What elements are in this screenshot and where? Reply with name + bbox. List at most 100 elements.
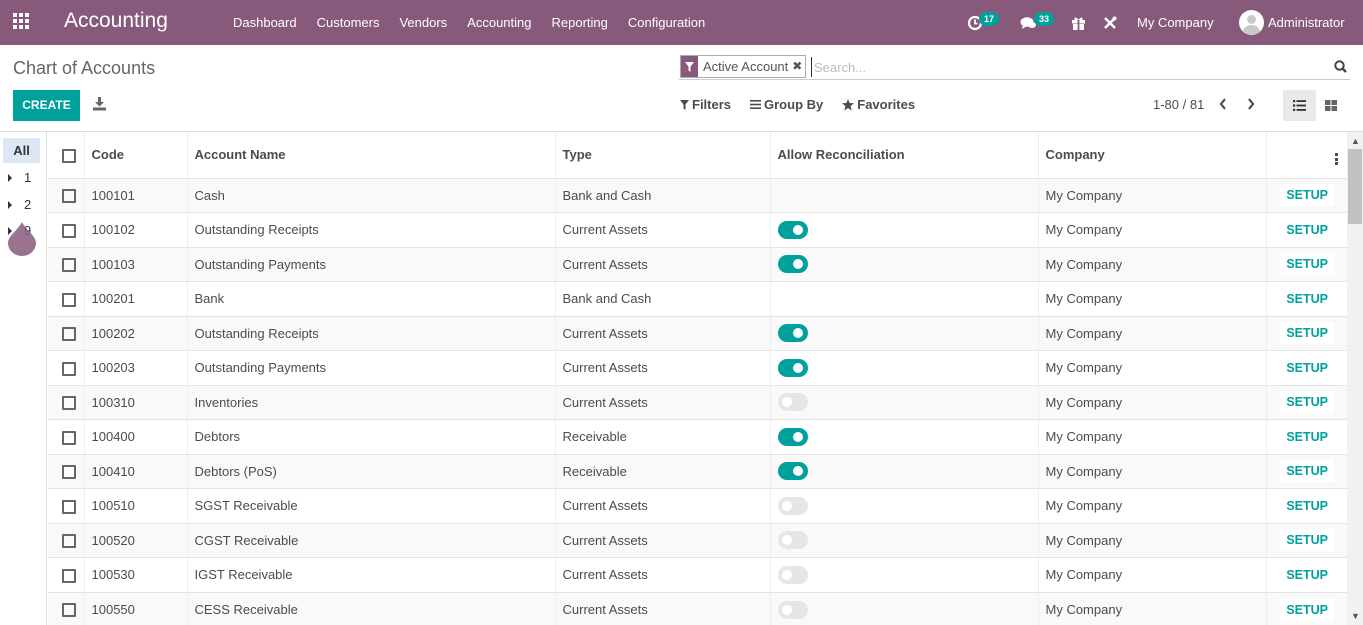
- apps-menu-icon[interactable]: [13, 13, 31, 31]
- row-checkbox[interactable]: [62, 223, 76, 238]
- row-checkbox[interactable]: [62, 430, 76, 445]
- vertical-scrollbar[interactable]: ▲ ▼: [1347, 132, 1363, 625]
- page-title: Chart of Accounts: [13, 58, 156, 78]
- scroll-down-icon[interactable]: ▼: [1351, 611, 1360, 621]
- table-row[interactable]: 100410 Debtors (PoS) Receivable My Compa…: [48, 453, 1347, 489]
- allow-reconciliation-toggle[interactable]: [777, 531, 808, 550]
- setup-button[interactable]: SETUP: [1280, 598, 1334, 621]
- row-checkbox[interactable]: [62, 258, 76, 273]
- table-row[interactable]: 100400 Debtors Receivable My Company SET…: [48, 419, 1347, 454]
- filters-dropdown[interactable]: Filters: [680, 97, 731, 112]
- row-checkbox[interactable]: [62, 534, 76, 549]
- cell-company: My Company: [1037, 246, 1266, 282]
- menu-vendors[interactable]: Vendors: [389, 0, 457, 45]
- table-row[interactable]: 100203 Outstanding Payments Current Asse…: [48, 350, 1347, 385]
- messages-button[interactable]: 33: [1020, 0, 1055, 45]
- allow-reconciliation-toggle[interactable]: [777, 565, 808, 584]
- scroll-up-icon[interactable]: ▲: [1351, 136, 1360, 146]
- column-header-account-name[interactable]: Account Name: [186, 132, 555, 178]
- table-row[interactable]: 100520 CGST Receivable Current Assets My…: [48, 522, 1347, 558]
- drag-handle-drop[interactable]: [8, 222, 36, 256]
- setup-button[interactable]: SETUP: [1280, 253, 1334, 276]
- column-header-type[interactable]: Type: [554, 132, 770, 178]
- allow-reconciliation-toggle[interactable]: [777, 600, 808, 619]
- pager-previous-icon[interactable]: [1218, 97, 1228, 111]
- list-view-button[interactable]: [1283, 90, 1316, 121]
- create-button[interactable]: CREATE: [13, 90, 80, 121]
- row-checkbox[interactable]: [62, 292, 76, 307]
- side-item-1[interactable]: 1: [8, 170, 31, 185]
- debug-tools-button[interactable]: [1103, 0, 1117, 45]
- setup-button[interactable]: SETUP: [1280, 563, 1334, 586]
- menu-configuration[interactable]: Configuration: [618, 0, 715, 45]
- column-header-allow-reconciliation[interactable]: Allow Reconciliation: [769, 132, 1038, 178]
- user-menu[interactable]: Administrator: [1239, 0, 1345, 45]
- allow-reconciliation-toggle[interactable]: [777, 462, 808, 481]
- search-bar: Active Account ✖: [679, 55, 1350, 80]
- allow-reconciliation-toggle[interactable]: [777, 324, 808, 343]
- table-row[interactable]: 100201 Bank Bank and Cash My Company SET…: [48, 281, 1347, 316]
- table-row[interactable]: 100550 CESS Receivable Current Assets My…: [48, 591, 1347, 625]
- row-checkbox[interactable]: [62, 603, 76, 618]
- facet-remove-icon[interactable]: ✖: [792, 56, 806, 77]
- pager-next-icon[interactable]: [1246, 97, 1256, 111]
- select-all-checkbox[interactable]: [62, 148, 76, 163]
- search-icon[interactable]: [1334, 60, 1347, 73]
- allow-reconciliation-toggle[interactable]: [777, 393, 808, 412]
- search-input[interactable]: [811, 57, 1311, 77]
- groupby-dropdown[interactable]: Group By: [750, 97, 823, 112]
- side-item-all[interactable]: All: [3, 138, 40, 163]
- table-row[interactable]: 100510 SGST Receivable Current Assets My…: [48, 488, 1347, 523]
- table-row[interactable]: 100103 Outstanding Payments Current Asse…: [48, 246, 1347, 282]
- setup-button[interactable]: SETUP: [1280, 391, 1334, 414]
- cell-allow-reconciliation: [769, 246, 1038, 282]
- gift-button[interactable]: [1071, 0, 1086, 45]
- row-checkbox[interactable]: [62, 465, 76, 480]
- cell-account-name: CGST Receivable: [186, 522, 555, 558]
- allow-reconciliation-toggle[interactable]: [777, 220, 808, 239]
- kanban-view-button[interactable]: [1318, 90, 1343, 121]
- menu-dashboard[interactable]: Dashboard: [223, 0, 307, 45]
- setup-button[interactable]: SETUP: [1280, 460, 1334, 483]
- row-checkbox[interactable]: [62, 568, 76, 583]
- row-checkbox[interactable]: [62, 396, 76, 411]
- cell-type: Bank and Cash: [554, 177, 770, 213]
- row-checkbox[interactable]: [62, 189, 76, 204]
- row-checkbox[interactable]: [62, 361, 76, 376]
- table-row[interactable]: 100530 IGST Receivable Current Assets My…: [48, 557, 1347, 592]
- favorites-dropdown[interactable]: Favorites: [842, 97, 915, 112]
- table-row[interactable]: 100310 Inventories Current Assets My Com…: [48, 384, 1347, 420]
- menu-customers[interactable]: Customers: [307, 0, 390, 45]
- column-header-company[interactable]: Company: [1037, 132, 1266, 178]
- setup-button[interactable]: SETUP: [1280, 529, 1334, 552]
- company-switcher[interactable]: My Company: [1137, 0, 1214, 45]
- setup-button[interactable]: SETUP: [1280, 494, 1334, 517]
- cell-allow-reconciliation: [769, 281, 1038, 316]
- allow-reconciliation-toggle[interactable]: [777, 427, 808, 446]
- setup-button[interactable]: SETUP: [1280, 287, 1334, 310]
- menu-reporting[interactable]: Reporting: [542, 0, 618, 45]
- row-checkbox[interactable]: [62, 327, 76, 342]
- table-row[interactable]: 100202 Outstanding Receipts Current Asse…: [48, 315, 1347, 351]
- favorites-label: Favorites: [857, 97, 916, 112]
- allow-reconciliation-toggle[interactable]: [777, 496, 808, 515]
- caret-right-icon: [8, 173, 12, 182]
- column-header-code[interactable]: Code: [83, 132, 187, 178]
- table-row[interactable]: 100102 Outstanding Receipts Current Asse…: [48, 212, 1347, 247]
- scrollbar-thumb[interactable]: [1348, 149, 1362, 224]
- menu-accounting[interactable]: Accounting: [457, 0, 541, 45]
- setup-button[interactable]: SETUP: [1280, 184, 1334, 207]
- setup-button[interactable]: SETUP: [1280, 218, 1334, 241]
- allow-reconciliation-toggle[interactable]: [777, 358, 808, 377]
- pager-value[interactable]: 1-80 / 81: [1153, 97, 1204, 112]
- table-row[interactable]: 100101 Cash Bank and Cash My Company SET…: [48, 177, 1347, 213]
- side-item-2[interactable]: 2: [8, 197, 31, 212]
- setup-button[interactable]: SETUP: [1280, 322, 1334, 345]
- allow-reconciliation-toggle[interactable]: [777, 255, 808, 274]
- activity-button[interactable]: 17: [967, 0, 1000, 45]
- row-checkbox[interactable]: [62, 499, 76, 514]
- download-icon[interactable]: [93, 97, 106, 111]
- setup-button[interactable]: SETUP: [1280, 356, 1334, 379]
- optional-columns-icon[interactable]: [1335, 153, 1338, 166]
- setup-button[interactable]: SETUP: [1280, 425, 1334, 448]
